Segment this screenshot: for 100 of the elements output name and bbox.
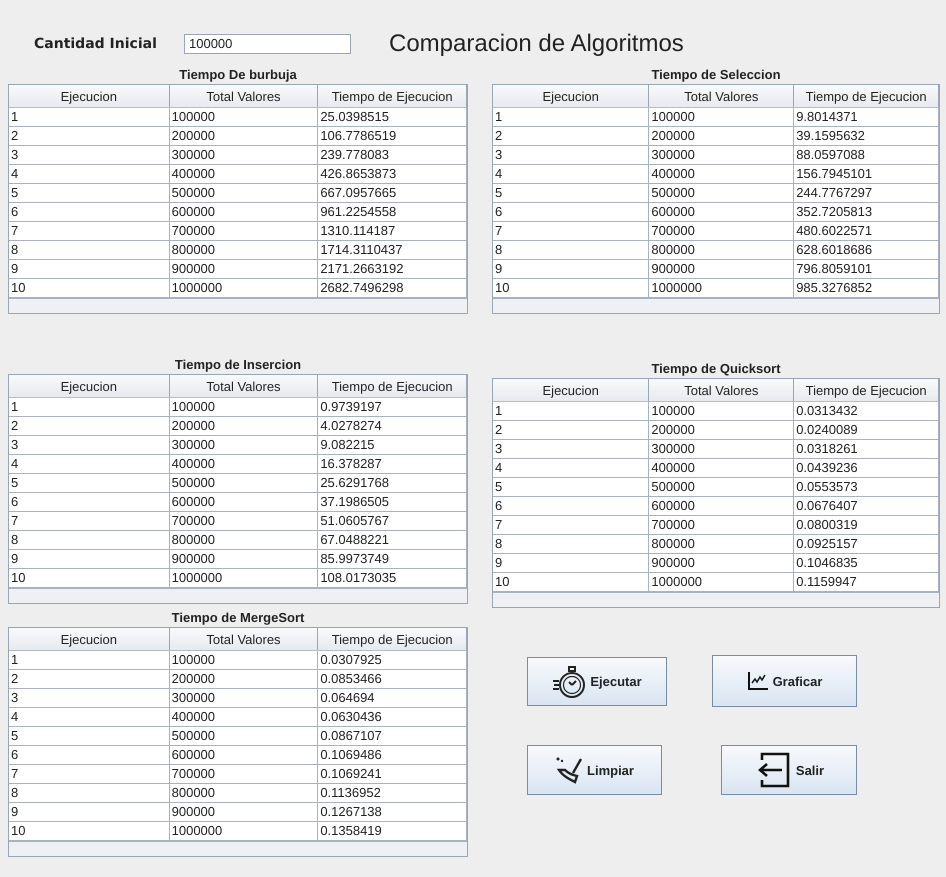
table-cell: 7	[9, 222, 170, 240]
column-header[interactable]: Tiempo de Ejecucion	[318, 628, 466, 650]
table-cell: 300000	[648, 440, 794, 458]
table-cell: 0.0553573	[794, 478, 938, 496]
table-cell: 600000	[648, 202, 794, 222]
table-cell: 85.9973749	[318, 550, 466, 568]
table-cell: 0.0676407	[794, 496, 938, 516]
table-cell: 100000	[169, 650, 318, 670]
table-cell: 0.0630436	[318, 708, 466, 726]
table-cell: 200000	[648, 126, 794, 146]
table-cell: 2	[9, 416, 170, 436]
table-cell: 100000	[648, 402, 794, 420]
table-cell: 2	[9, 126, 170, 146]
table-cell: 5	[9, 184, 170, 202]
table-cell: 0.0240089	[794, 420, 938, 440]
table-cell: 1310.114187	[318, 222, 466, 240]
table-title: Tiempo De burbuja	[178, 66, 298, 84]
table-cell: 500000	[169, 726, 318, 746]
table-cell: 156.7945101	[794, 164, 938, 184]
table-cell: 9.8014371	[794, 108, 938, 126]
table-cell: 700000	[648, 222, 794, 240]
action-button[interactable]: Salir	[721, 745, 857, 795]
table-cell: 900000	[648, 554, 794, 572]
table-cell: 1	[493, 402, 649, 420]
table-cell: 7	[9, 512, 170, 530]
column-header[interactable]: Ejecucion	[9, 628, 170, 650]
table-cell: 7	[493, 222, 649, 240]
column-header[interactable]: Total Valores	[169, 375, 318, 398]
column-header[interactable]: Ejecucion	[493, 85, 649, 108]
table-cell: 37.1986505	[318, 492, 466, 512]
column-header[interactable]: Ejecucion	[9, 375, 170, 398]
table-cell: 200000	[169, 126, 318, 146]
table-cell: 352.7205813	[794, 202, 938, 222]
table-cell: 16.378287	[318, 454, 466, 474]
table-cell: 500000	[169, 474, 318, 492]
table-cell: 1	[9, 108, 170, 126]
table-cell: 3	[9, 146, 170, 164]
action-button[interactable]: Graficar	[712, 655, 857, 707]
table-cell: 200000	[169, 670, 318, 688]
table-cell: 5	[9, 726, 170, 746]
table-cell: 0.1069486	[318, 746, 466, 764]
table-cell: 700000	[648, 516, 794, 534]
table-cell: 51.0605767	[318, 512, 466, 530]
table-cell: 800000	[169, 240, 318, 260]
table-cell: 400000	[169, 164, 318, 184]
column-header[interactable]: Tiempo de Ejecucion	[794, 85, 938, 108]
column-header[interactable]: Total Valores	[169, 628, 318, 650]
table-cell: 600000	[648, 496, 794, 516]
table-cell: 800000	[648, 534, 794, 554]
table-cell: 900000	[169, 260, 318, 278]
quantity-input[interactable]: 100000	[184, 34, 351, 54]
broom-icon	[555, 755, 584, 785]
table-cell: 900000	[169, 802, 318, 822]
stopwatch-icon	[552, 664, 586, 700]
column-header[interactable]: Tiempo de Ejecucion	[318, 375, 466, 398]
table-cell: 900000	[648, 260, 794, 278]
table-cell: 628.6018686	[794, 240, 938, 260]
table-cell: 500000	[648, 184, 794, 202]
table-cell: 25.0398515	[318, 108, 466, 126]
table-cell: 426.8653873	[318, 164, 466, 184]
table-cell: 7	[9, 764, 170, 784]
table-cell: 0.1136952	[318, 784, 466, 802]
app-title: Comparacion de Algoritmos	[389, 30, 684, 58]
table-cell: 1	[493, 108, 649, 126]
table-cell: 7	[493, 516, 649, 534]
quantity-label: Cantidad Inicial	[34, 36, 158, 52]
table-cell: 9.082215	[318, 436, 466, 454]
table-cell: 8	[9, 240, 170, 260]
table-cell: 1714.3110437	[318, 240, 466, 260]
column-header[interactable]: Total Valores	[648, 85, 794, 108]
column-header[interactable]: Ejecucion	[9, 85, 170, 108]
table-cell: 200000	[169, 416, 318, 436]
table-cell: 800000	[169, 530, 318, 550]
table-cell: 3	[9, 436, 170, 454]
table-cell: 8	[9, 784, 170, 802]
table-cell: 600000	[169, 746, 318, 764]
table-cell: 4.0278274	[318, 416, 466, 436]
action-button[interactable]: Limpiar	[527, 745, 662, 795]
table-cell: 0.0800319	[794, 516, 938, 534]
table-cell: 700000	[169, 222, 318, 240]
table-cell: 0.9739197	[318, 398, 466, 416]
table-title: Tiempo de Quicksort	[650, 360, 782, 378]
table-cell: 100000	[169, 108, 318, 126]
table-cell: 3	[493, 146, 649, 164]
table-cell: 9	[9, 260, 170, 278]
table-cell: 0.0307925	[318, 650, 466, 670]
table-cell: 88.0597088	[794, 146, 938, 164]
column-header[interactable]: Total Valores	[648, 379, 794, 402]
table-cell: 400000	[648, 164, 794, 184]
column-header[interactable]: Tiempo de Ejecucion	[318, 85, 466, 108]
column-header[interactable]: Tiempo de Ejecucion	[794, 379, 938, 402]
action-button[interactable]: Ejecutar	[527, 657, 667, 706]
table-cell: 0.0313432	[794, 402, 938, 420]
table-cell: 4	[9, 164, 170, 184]
column-header[interactable]: Ejecucion	[493, 379, 649, 402]
column-header[interactable]: Total Valores	[169, 85, 318, 108]
table-cell: 0.1069241	[318, 764, 466, 784]
table-cell: 400000	[648, 458, 794, 478]
table-cell: 300000	[169, 436, 318, 454]
table-cell: 961.2254558	[318, 202, 466, 222]
